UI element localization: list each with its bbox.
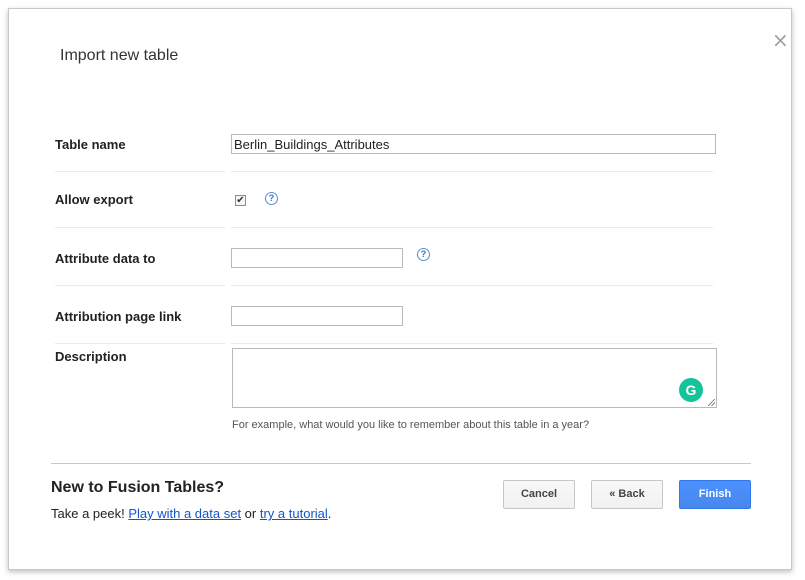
attribution-link-input[interactable] bbox=[231, 306, 403, 326]
divider bbox=[231, 285, 713, 286]
divider bbox=[55, 285, 225, 286]
attribute-data-label: Attribute data to bbox=[55, 251, 156, 266]
try-tutorial-link[interactable]: try a tutorial bbox=[260, 506, 328, 521]
close-icon[interactable]: × bbox=[772, 30, 789, 50]
divider bbox=[231, 227, 713, 228]
footer-divider bbox=[51, 463, 751, 464]
new-to-fusion-heading: New to Fusion Tables? bbox=[51, 479, 225, 496]
peek-suffix: . bbox=[327, 506, 332, 521]
help-icon[interactable]: ? bbox=[265, 192, 278, 205]
divider bbox=[55, 171, 225, 172]
peek-prefix: Take a peek! bbox=[51, 506, 129, 521]
attribution-link-label: Attribution page link bbox=[55, 309, 182, 324]
resize-handle-icon[interactable] bbox=[708, 399, 715, 406]
divider bbox=[231, 171, 713, 172]
finish-button[interactable]: Finish bbox=[679, 480, 751, 509]
peek-between: or bbox=[241, 506, 260, 521]
divider bbox=[55, 227, 225, 228]
description-textarea[interactable] bbox=[232, 348, 717, 408]
allow-export-checkbox[interactable]: ✔ bbox=[235, 195, 246, 206]
allow-export-label: Allow export bbox=[55, 192, 134, 207]
back-button[interactable]: « Back bbox=[591, 480, 663, 509]
play-with-dataset-link[interactable]: Play with a data set bbox=[128, 506, 241, 521]
grammarly-icon[interactable]: G bbox=[679, 378, 703, 402]
take-a-peek-text: Take a peek! Play with a data set or try… bbox=[51, 506, 331, 521]
dialog-title: Import new table bbox=[60, 47, 179, 64]
help-icon[interactable]: ? bbox=[417, 248, 430, 261]
description-hint: For example, what would you like to reme… bbox=[232, 419, 590, 431]
cancel-button[interactable]: Cancel bbox=[503, 480, 575, 509]
divider bbox=[55, 343, 225, 344]
attribute-data-input[interactable] bbox=[231, 248, 403, 268]
table-name-label: Table name bbox=[55, 137, 126, 152]
description-label: Description bbox=[55, 349, 127, 364]
divider bbox=[231, 343, 713, 344]
table-name-input[interactable] bbox=[231, 134, 716, 154]
